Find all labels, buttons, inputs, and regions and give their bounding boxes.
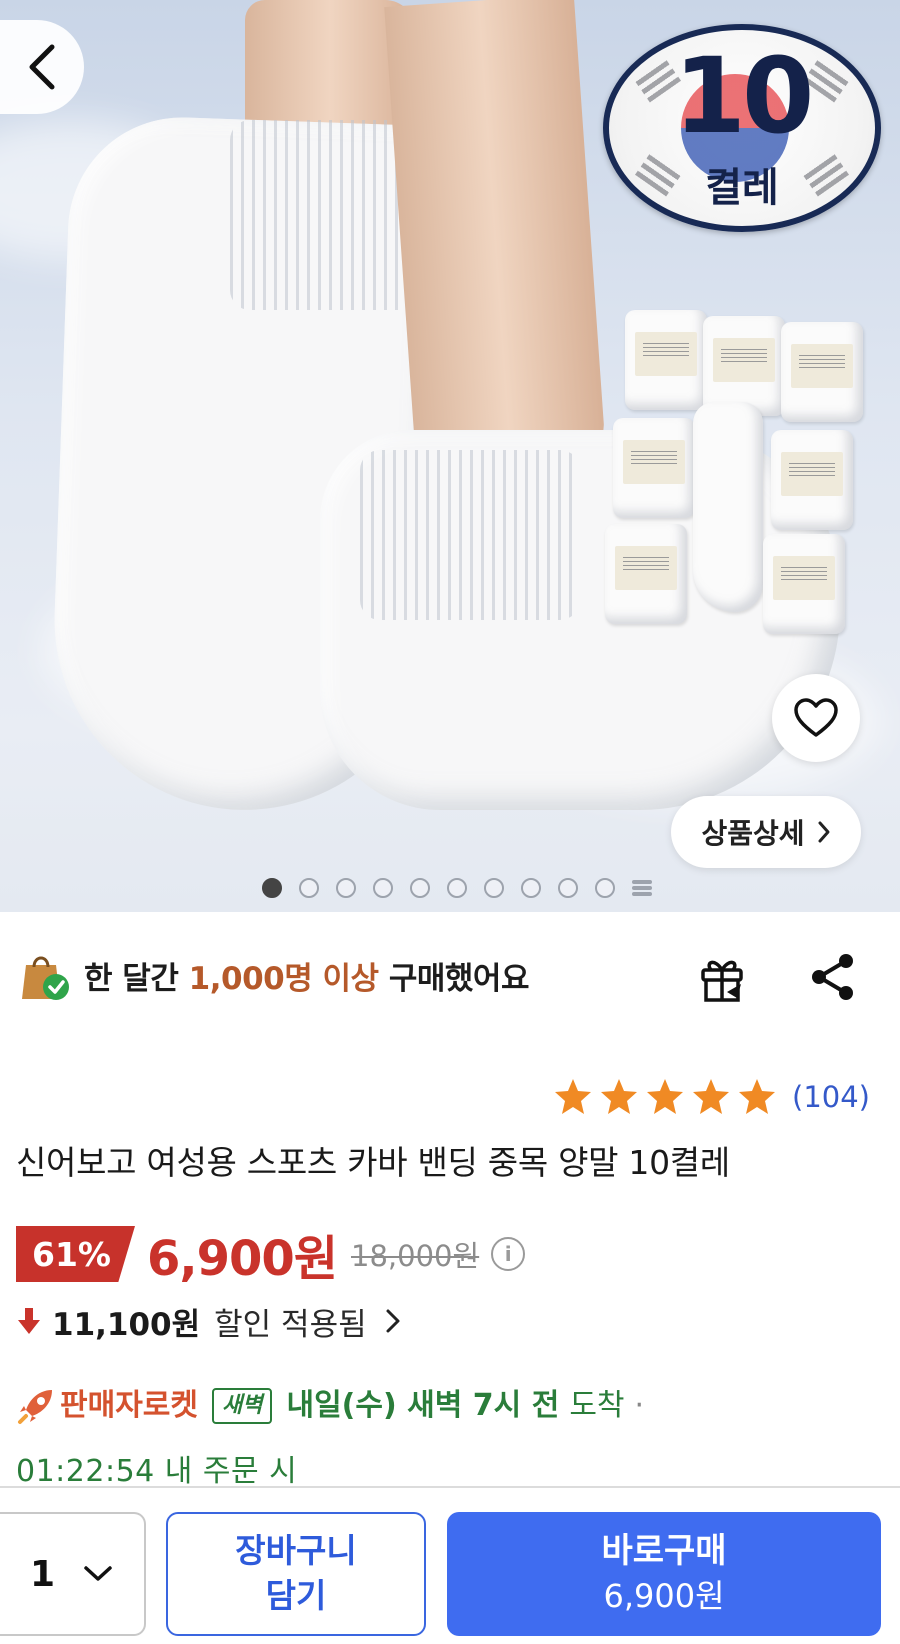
leg-front	[384, 0, 606, 467]
delivery-separator: ·	[634, 1388, 645, 1423]
sock-front-cuff	[360, 450, 580, 620]
wishlist-button[interactable]	[772, 674, 860, 762]
carousel-dot[interactable]	[262, 878, 282, 898]
chevron-right-icon	[386, 1309, 400, 1333]
sock-pack	[763, 534, 845, 634]
sock-pack	[703, 316, 785, 416]
purchase-bar: 1 장바구니 담기 바로구매 6,900원	[0, 1486, 900, 1644]
sock-pack	[771, 430, 853, 530]
purchase-count-highlight: 1,000명 이상	[188, 960, 379, 997]
carousel-dot[interactable]	[595, 878, 615, 898]
product-title: 신어보고 여성용 스포츠 카바 밴딩 중목 양말 10켤레	[16, 1143, 730, 1182]
sock-pack	[613, 418, 695, 518]
rating-summary[interactable]: (104)	[552, 1076, 870, 1118]
carousel-dot[interactable]	[447, 878, 467, 898]
product-detail-button[interactable]: 상품상세	[671, 796, 861, 868]
star-icon	[739, 1079, 776, 1114]
price-row: 61% 6,900원 18,000원 i	[16, 1224, 526, 1287]
carousel-dot[interactable]	[299, 878, 319, 898]
sale-price: 6,900원	[147, 1231, 338, 1287]
purchase-count-text: 한 달간 1,000명 이상 구매했어요	[84, 953, 529, 998]
seller-rocket-label: 판매자로켓	[60, 1388, 198, 1423]
discount-badge: 61%	[16, 1226, 135, 1282]
add-to-cart-button[interactable]: 장바구니 담기	[166, 1512, 426, 1636]
sock-pack	[781, 322, 863, 422]
carousel-more-icon[interactable]	[632, 878, 652, 898]
star-icon	[601, 1079, 638, 1114]
badge-number: 10	[673, 35, 815, 157]
sock-pack	[693, 402, 763, 612]
badge-unit: 켤레	[705, 165, 779, 211]
add-to-cart-line2: 담기	[265, 1576, 327, 1615]
product-image-carousel[interactable]: 10 켤레 상품상세	[0, 0, 900, 912]
gift-icon[interactable]	[697, 954, 749, 1004]
star-icon	[555, 1079, 592, 1114]
purchase-count-banner: 한 달간 1,000명 이상 구매했어요	[16, 944, 884, 1006]
quantity-value: 1	[30, 1553, 56, 1595]
original-price: 18,000원	[351, 1239, 480, 1273]
quantity-selector[interactable]: 1	[0, 1512, 146, 1636]
add-to-cart-line1: 장바구니	[235, 1531, 357, 1571]
back-arrow-icon	[29, 44, 55, 90]
delivery-eta: 내일(수) 새벽 7시 전	[286, 1388, 560, 1423]
dawn-delivery-badge: 새벽	[212, 1388, 273, 1424]
rocket-icon	[18, 1390, 52, 1424]
review-count[interactable]: (104)	[792, 1080, 870, 1114]
star-icon	[647, 1079, 684, 1114]
carousel-dot[interactable]	[521, 878, 541, 898]
star-icon	[693, 1079, 730, 1114]
shopping-bag-icon	[22, 956, 69, 1000]
pack-count-badge: 10 켤레	[603, 24, 881, 232]
discount-applied-row[interactable]: 11,100원 할인 적용됨	[16, 1298, 401, 1344]
down-arrow-icon	[18, 1308, 40, 1334]
delivery-info: 판매자로켓 새벽 내일(수) 새벽 7시 전 도착 · 01:22:54 내 주…	[16, 1380, 884, 1502]
carousel-dot[interactable]	[373, 878, 393, 898]
buy-now-price: 6,900원	[603, 1577, 725, 1616]
product-detail-label: 상품상세	[701, 817, 805, 850]
buy-now-button[interactable]: 바로구매 6,900원	[447, 1512, 881, 1636]
delivery-arrive-label: 도착	[569, 1388, 625, 1423]
info-icon[interactable]: i	[491, 1237, 526, 1271]
share-icon[interactable]	[810, 952, 856, 1002]
sock-pack	[625, 310, 707, 410]
carousel-dot[interactable]	[336, 878, 356, 898]
carousel-indicator	[0, 878, 900, 898]
buy-now-label: 바로구매	[601, 1531, 727, 1572]
carousel-dot[interactable]	[558, 878, 578, 898]
heart-icon	[794, 698, 838, 737]
sock-pack	[605, 524, 687, 624]
carousel-dot[interactable]	[484, 878, 504, 898]
discount-amount: 11,100원	[52, 1306, 201, 1343]
chevron-down-icon	[84, 1566, 112, 1581]
purchase-count-prefix: 한 달간	[84, 960, 189, 997]
purchase-count-suffix: 구매했어요	[378, 960, 530, 997]
back-button[interactable]	[0, 20, 84, 114]
discount-applied-label: 할인 적용됨	[214, 1306, 367, 1343]
chevron-right-icon	[818, 821, 830, 843]
carousel-dot[interactable]	[410, 878, 430, 898]
sock-packs-image	[585, 310, 863, 640]
